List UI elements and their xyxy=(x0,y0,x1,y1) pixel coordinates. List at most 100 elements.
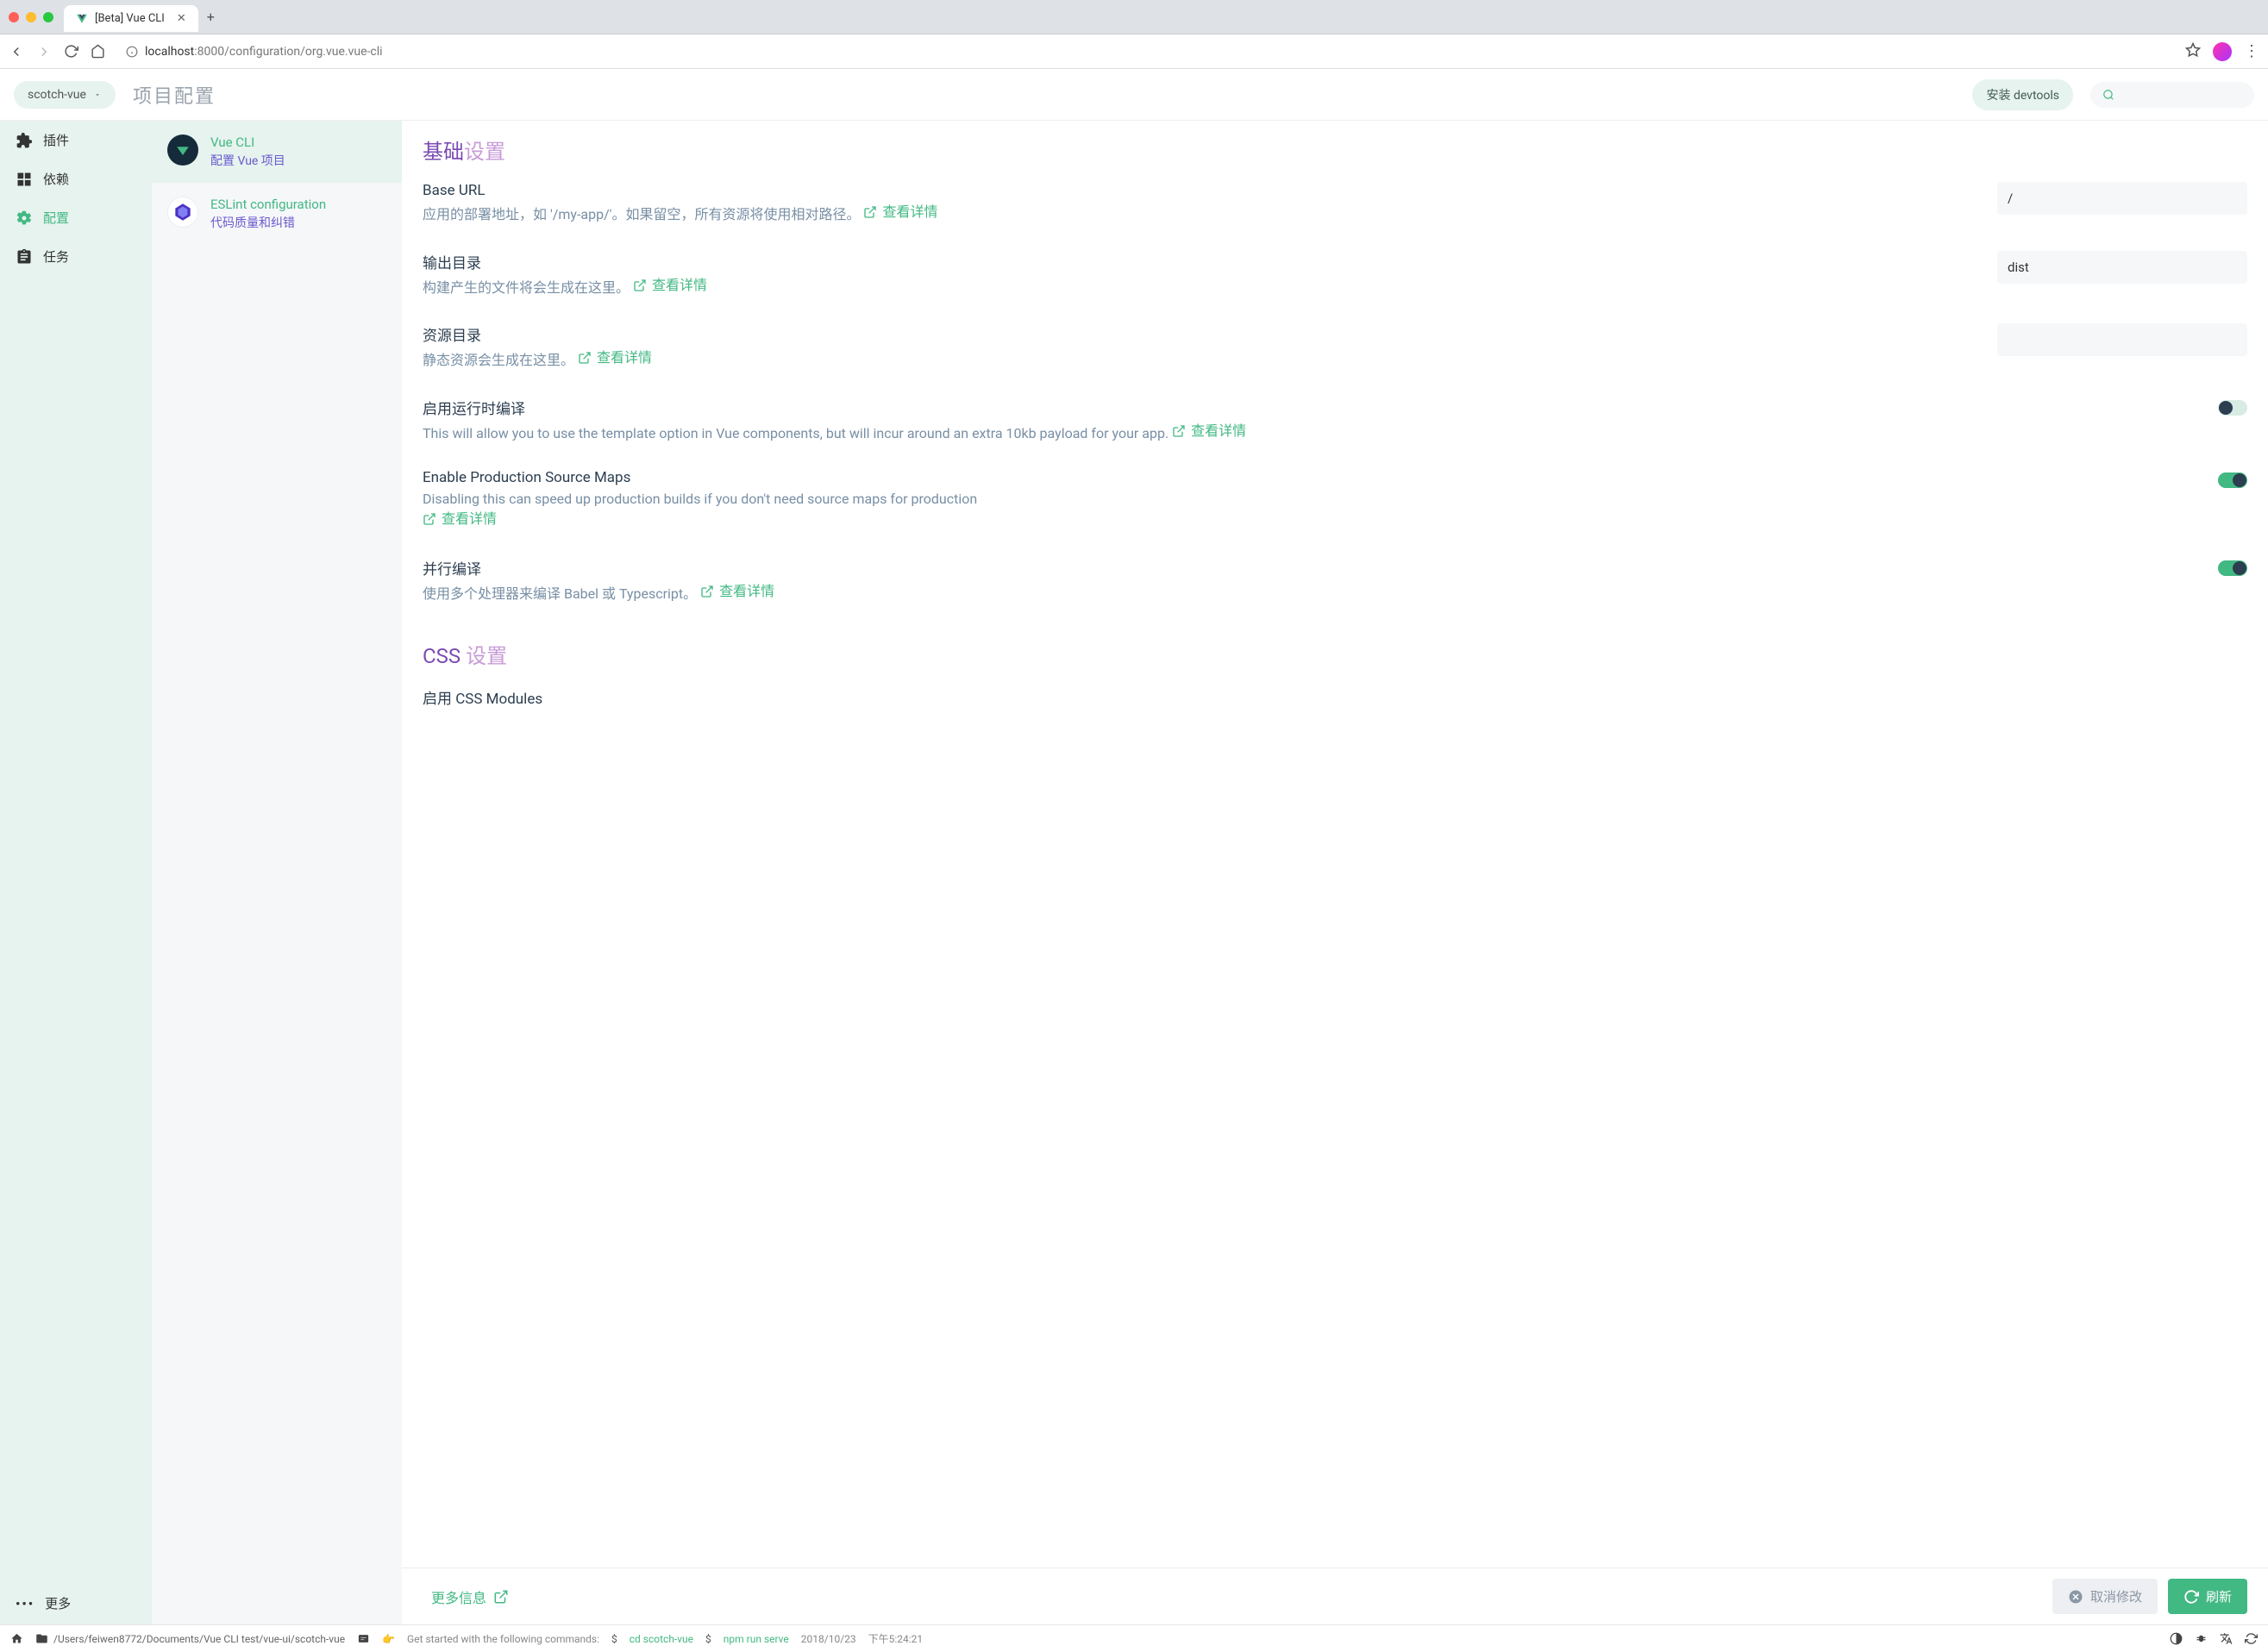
setting-desc: 静态资源会生成在这里。 查看详情 xyxy=(423,348,1963,371)
link-more[interactable]: 查看详情 xyxy=(1172,422,1246,441)
clipboard-icon xyxy=(16,248,33,266)
sidebar-item-label: 任务 xyxy=(43,247,69,266)
setting-label: Enable Production Source Maps xyxy=(423,469,1963,486)
base-url-input[interactable] xyxy=(1997,182,2247,215)
new-tab-button[interactable]: + xyxy=(207,9,215,25)
project-path-crumb[interactable]: /Users/feiwen8772/Documents/Vue CLI test… xyxy=(35,1632,345,1645)
settings-panel: 基础设置 Base URL 应用的部署地址，如 '/my-app/'。如果留空，… xyxy=(402,121,2268,1624)
status-message: Get started with the following commands: xyxy=(407,1633,599,1645)
refresh-icon xyxy=(2183,1589,2199,1605)
config-list: Vue CLI 配置 Vue 项目 ESLint configuration 代… xyxy=(152,121,402,1624)
install-devtools-button[interactable]: 安装 devtools xyxy=(1972,79,2073,110)
setting-output-dir: 输出目录 构建产生的文件将会生成在这里。 查看详情 xyxy=(423,251,2247,298)
vue-cli-icon xyxy=(167,135,198,166)
config-item-desc: 代码质量和纠错 xyxy=(210,214,326,231)
home-icon[interactable] xyxy=(10,1632,23,1645)
home-button[interactable] xyxy=(91,44,105,59)
reload-button[interactable] xyxy=(64,44,78,59)
project-selector[interactable]: scotch-vue xyxy=(14,81,116,109)
sidebar-item-plugins[interactable]: 插件 xyxy=(0,121,152,160)
setting-desc: Disabling this can speed up production b… xyxy=(423,490,1963,531)
page-title: 项目配置 xyxy=(133,81,216,109)
setting-label: Base URL xyxy=(423,182,1963,199)
sidebar-item-tasks[interactable]: 任务 xyxy=(0,237,152,276)
output-dir-input[interactable] xyxy=(1997,251,2247,284)
setting-label: 资源目录 xyxy=(423,323,1963,345)
bug-icon[interactable] xyxy=(2195,1632,2208,1645)
runtime-compiler-toggle[interactable] xyxy=(2218,400,2247,416)
browser-menu-icon[interactable]: ⋮ xyxy=(2244,42,2259,60)
search-input[interactable] xyxy=(2090,82,2254,108)
setting-label: 并行编译 xyxy=(423,557,1963,579)
address-bar[interactable]: localhost:8000/configuration/org.vue.vue… xyxy=(117,41,2173,62)
external-link-icon xyxy=(863,205,877,219)
link-more[interactable]: 查看详情 xyxy=(633,276,707,295)
section-heading-css: CSS 设置 xyxy=(423,639,2247,669)
forward-button[interactable] xyxy=(36,44,52,59)
project-name: scotch-vue xyxy=(28,88,86,102)
config-item-desc: 配置 Vue 项目 xyxy=(210,152,285,169)
setting-prod-sourcemaps: Enable Production Source Maps Disabling … xyxy=(423,469,2247,531)
cancel-button[interactable]: 取消修改 xyxy=(2052,1579,2158,1614)
back-button[interactable] xyxy=(9,44,24,59)
config-item-vue-cli[interactable]: Vue CLI 配置 Vue 项目 xyxy=(152,121,402,183)
gear-icon xyxy=(16,210,33,227)
browser-tab-bar: [Beta] Vue CLI ✕ + xyxy=(0,0,2268,34)
status-icons xyxy=(2170,1632,2258,1645)
maximize-window-button[interactable] xyxy=(43,12,53,22)
sidebar-item-configuration[interactable]: 配置 xyxy=(0,198,152,237)
contrast-icon[interactable] xyxy=(2170,1632,2183,1645)
prompt-dollar: $ xyxy=(611,1633,617,1645)
sidebar-more-button[interactable]: ••• 更多 xyxy=(0,1582,152,1624)
sidebar: 插件 依赖 配置 任务 ••• 更多 xyxy=(0,121,152,1624)
prod-sourcemaps-toggle[interactable] xyxy=(2218,472,2247,488)
bookmark-star-icon[interactable] xyxy=(2185,42,2201,61)
dots-icon: ••• xyxy=(16,1596,34,1611)
translate-icon[interactable] xyxy=(2220,1632,2233,1645)
section-heading-basic: 基础设置 xyxy=(423,135,2247,165)
sidebar-item-dependencies[interactable]: 依赖 xyxy=(0,160,152,198)
external-link-icon xyxy=(1172,424,1186,438)
setting-desc: 应用的部署地址，如 '/my-app/'。如果留空，所有资源将使用相对路径。 查… xyxy=(423,203,1963,225)
log-icon[interactable] xyxy=(357,1632,370,1645)
more-info-link[interactable]: 更多信息 xyxy=(431,1586,509,1607)
setting-label: 输出目录 xyxy=(423,251,1963,272)
sidebar-item-label: 插件 xyxy=(43,131,69,149)
close-window-button[interactable] xyxy=(9,12,19,22)
external-link-icon xyxy=(578,351,592,365)
minimize-window-button[interactable] xyxy=(26,12,36,22)
window-controls xyxy=(9,12,53,22)
cancel-icon xyxy=(2068,1589,2083,1605)
assets-dir-input[interactable] xyxy=(1997,323,2247,356)
action-bar: 更多信息 取消修改 刷新 xyxy=(402,1568,2268,1624)
link-more[interactable]: 查看详情 xyxy=(578,348,652,367)
status-cmd1: cd scotch-vue xyxy=(630,1633,693,1645)
external-link-icon xyxy=(423,512,436,526)
puzzle-icon xyxy=(16,132,33,149)
url-port: :8000 xyxy=(194,45,224,59)
app-header: scotch-vue 项目配置 安装 devtools xyxy=(0,69,2268,121)
setting-label: 启用运行时编译 xyxy=(423,397,1963,418)
link-more[interactable]: 查看详情 xyxy=(700,582,774,601)
eslint-icon xyxy=(167,197,198,228)
tab-close-icon[interactable]: ✕ xyxy=(177,12,186,25)
parallel-toggle[interactable] xyxy=(2218,560,2247,576)
folder-icon xyxy=(35,1632,48,1645)
config-item-title: Vue CLI xyxy=(210,135,285,150)
setting-css-modules: 启用 CSS Modules xyxy=(423,686,2247,711)
refresh-button[interactable]: 刷新 xyxy=(2168,1579,2247,1614)
info-icon xyxy=(126,46,138,58)
config-item-eslint[interactable]: ESLint configuration 代码质量和纠错 xyxy=(152,183,402,245)
browser-tab[interactable]: [Beta] Vue CLI ✕ xyxy=(64,5,198,32)
status-time: 下午5:24:21 xyxy=(868,1631,924,1646)
tab-title: [Beta] Vue CLI xyxy=(95,12,165,25)
link-more[interactable]: 查看详情 xyxy=(423,510,497,529)
external-link-icon xyxy=(633,278,647,292)
link-more[interactable]: 查看详情 xyxy=(863,203,937,222)
modules-icon xyxy=(16,171,33,188)
search-icon xyxy=(2102,89,2115,101)
setting-desc: This will allow you to use the template … xyxy=(423,422,1963,444)
sidebar-more-label: 更多 xyxy=(45,1594,71,1612)
sync-icon[interactable] xyxy=(2245,1632,2258,1645)
profile-avatar[interactable] xyxy=(2213,42,2232,61)
